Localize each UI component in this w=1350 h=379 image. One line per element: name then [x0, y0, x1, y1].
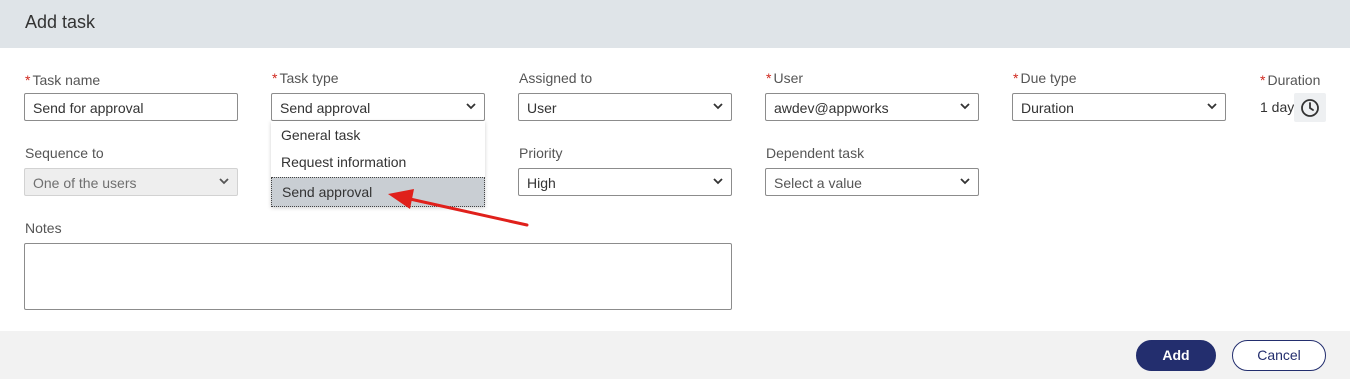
dropdown-option-send-approval[interactable]: Send approval	[271, 177, 485, 207]
required-marker: *	[1260, 72, 1266, 88]
task-type-value: Send approval	[280, 100, 371, 116]
task-type-select[interactable]: Send approval	[271, 93, 485, 121]
task-name-input[interactable]: Send for approval	[24, 93, 238, 121]
due-type-select[interactable]: Duration	[1012, 93, 1226, 121]
chevron-down-icon	[466, 102, 476, 110]
chevron-down-icon	[219, 177, 229, 185]
duration-picker-button[interactable]	[1294, 93, 1326, 122]
add-button[interactable]: Add	[1136, 340, 1216, 371]
assigned-to-value: User	[527, 100, 557, 116]
required-marker: *	[272, 70, 278, 86]
sequence-to-select: One of the users	[24, 168, 238, 196]
chevron-down-icon	[1207, 102, 1217, 110]
required-marker: *	[766, 70, 772, 86]
task-name-label: * Task name	[25, 72, 101, 88]
chevron-down-icon	[960, 102, 970, 110]
dialog-header: Add task	[0, 0, 1350, 48]
sequence-to-label: Sequence to	[25, 145, 104, 161]
priority-label: Priority	[519, 145, 563, 161]
clock-icon	[1301, 99, 1319, 117]
duration-label: * Duration	[1260, 72, 1321, 88]
dependent-task-placeholder: Select a value	[774, 175, 862, 191]
task-type-dropdown: General task Request information Send ap…	[271, 121, 485, 207]
due-type-value: Duration	[1021, 100, 1074, 116]
required-marker: *	[1013, 70, 1019, 86]
chevron-down-icon	[713, 102, 723, 110]
dependent-task-label: Dependent task	[766, 145, 865, 161]
assigned-to-select[interactable]: User	[518, 93, 732, 121]
chevron-down-icon	[960, 177, 970, 185]
due-type-label: * Due type	[1013, 70, 1077, 86]
dropdown-option-request-information[interactable]: Request information	[271, 148, 485, 176]
notes-label: Notes	[25, 220, 62, 236]
user-value: awdev@appworks	[774, 100, 889, 116]
task-type-label: * Task type	[272, 70, 339, 86]
priority-select[interactable]: High	[518, 168, 732, 196]
sequence-to-value: One of the users	[33, 175, 137, 191]
dialog-title: Add task	[25, 12, 96, 32]
user-select[interactable]: awdev@appworks	[765, 93, 979, 121]
required-marker: *	[25, 72, 31, 88]
dropdown-option-general-task[interactable]: General task	[271, 121, 485, 149]
chevron-down-icon	[713, 177, 723, 185]
user-label: * User	[766, 70, 804, 86]
assigned-to-label: Assigned to	[519, 70, 593, 86]
cancel-button[interactable]: Cancel	[1232, 340, 1326, 371]
dependent-task-select[interactable]: Select a value	[765, 168, 979, 196]
duration-value[interactable]: 1 day	[1260, 99, 1294, 115]
notes-textarea[interactable]	[24, 243, 732, 310]
priority-value: High	[527, 175, 556, 191]
